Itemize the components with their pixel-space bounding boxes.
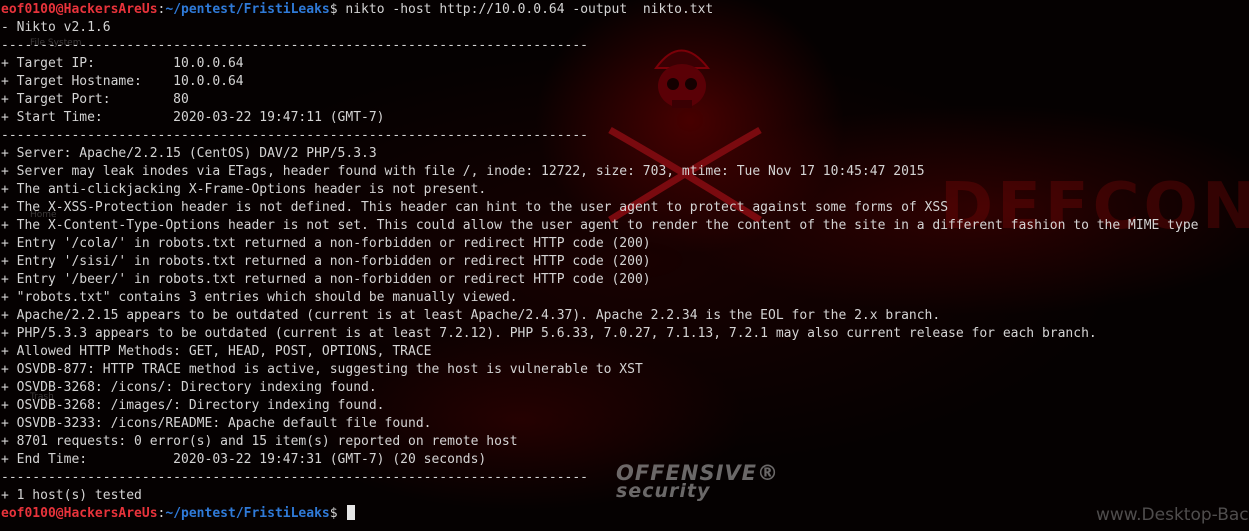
output-line: ----------------------------------------… [1,470,588,485]
terminal-output: eof0100@HackersAreUs:~/pentest/FristiLea… [1,1,1198,523]
output-line: + End Time: 2020-03-22 19:47:31 (GMT-7) … [1,452,487,467]
output-line: + The X-Content-Type-Options header is n… [1,218,1199,233]
prompt-path: ~/pentest/FristiLeaks [165,2,330,17]
prompt-user-host: eof0100@HackersAreUs [1,506,158,521]
prompt-symbol: $ [329,2,338,17]
output-line: ----------------------------------------… [1,38,588,53]
output-line: + OSVDB-3268: /images/: Directory indexi… [1,398,385,413]
output-line: + PHP/5.3.3 appears to be outdated (curr… [1,326,1097,341]
output-line: + Apache/2.2.15 appears to be outdated (… [1,308,941,323]
output-line: + 8701 requests: 0 error(s) and 15 item(… [1,434,518,449]
output-line: + OSVDB-3233: /icons/README: Apache defa… [1,416,432,431]
output-line: + Server: Apache/2.2.15 (CentOS) DAV/2 P… [1,146,377,161]
prompt-path: ~/pentest/FristiLeaks [165,506,330,521]
output-line: - Nikto v2.1.6 [1,20,111,35]
prompt-line[interactable]: eof0100@HackersAreUs:~/pentest/FristiLea… [1,505,1198,523]
output-line: + Target Port: 80 [1,92,189,107]
output-line: + Server may leak inodes via ETags, head… [1,164,925,179]
output-line: + The X-XSS-Protection header is not def… [1,200,949,215]
output-line: + Target Hostname: 10.0.0.64 [1,74,244,89]
output-line: ----------------------------------------… [1,128,588,143]
output-line: + Target IP: 10.0.0.64 [1,56,244,71]
output-line: + OSVDB-877: HTTP TRACE method is active… [1,362,643,377]
text-cursor[interactable] [347,505,356,520]
command-line: eof0100@HackersAreUs:~/pentest/FristiLea… [1,1,1198,19]
output-line: + 1 host(s) tested [1,488,142,503]
output-line: + Allowed HTTP Methods: GET, HEAD, POST,… [1,344,432,359]
output-line: + The anti-clickjacking X-Frame-Options … [1,182,487,197]
terminal-window[interactable]: DEFCON File System Home Trash OFFENSIVE®… [0,0,1249,531]
output-line: + Start Time: 2020-03-22 19:47:11 (GMT-7… [1,110,385,125]
output-line: + OSVDB-3268: /icons/: Directory indexin… [1,380,377,395]
output-line: + "robots.txt" contains 3 entries which … [1,290,518,305]
output-line: + Entry '/cola/' in robots.txt returned … [1,236,651,251]
command-text: nikto -host http://10.0.0.64 -output nik… [337,2,714,17]
prompt-symbol: $ [329,506,338,521]
output-line: + Entry '/sisi/' in robots.txt returned … [1,254,651,269]
prompt-user-host: eof0100@HackersAreUs [1,2,158,17]
output-line: + Entry '/beer/' in robots.txt returned … [1,272,651,287]
